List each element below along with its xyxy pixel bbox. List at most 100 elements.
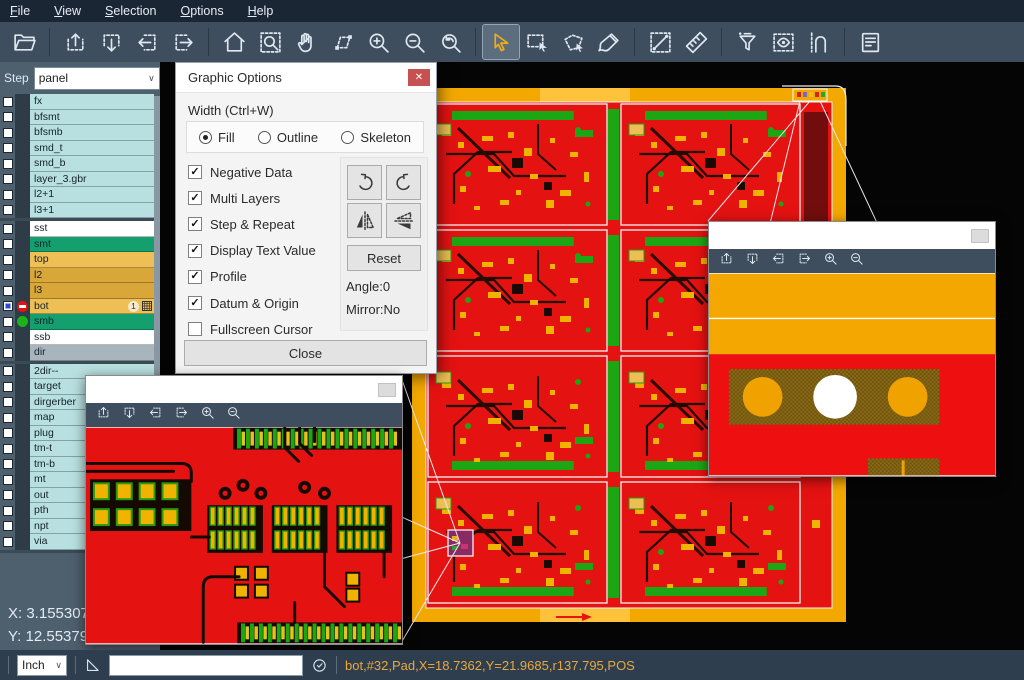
layer-indicator-cell[interactable]: [15, 330, 30, 346]
layer-checkbox-cell[interactable]: [0, 203, 15, 219]
layer-indicator-cell[interactable]: [15, 299, 30, 315]
layer-checkbox[interactable]: [3, 112, 13, 122]
zoom-out-button[interactable]: [396, 25, 432, 59]
checkbox-box[interactable]: ✓: [188, 244, 202, 258]
pan-down-button[interactable]: [93, 25, 129, 59]
layer-row-smt[interactable]: smt: [0, 237, 160, 253]
filter-button[interactable]: [729, 25, 765, 59]
move-view-button[interactable]: [324, 25, 360, 59]
layer-checkbox[interactable]: [3, 317, 13, 327]
layer-checkbox-cell[interactable]: [0, 221, 15, 237]
zoom-in-button[interactable]: [823, 251, 838, 271]
layer-checkbox[interactable]: [3, 521, 13, 531]
layer-checkbox-cell[interactable]: [0, 457, 15, 473]
unit-dropdown[interactable]: Inch ∨: [17, 655, 67, 676]
layer-checkbox[interactable]: [3, 348, 13, 358]
pan-down-button[interactable]: [745, 251, 760, 271]
rotate-cw-button[interactable]: [347, 165, 382, 200]
pan-up-button[interactable]: [719, 251, 734, 271]
pan-left-button[interactable]: [148, 405, 163, 425]
measure-line-button[interactable]: [642, 25, 678, 59]
layer-checkbox[interactable]: [3, 413, 13, 423]
layer-checkbox[interactable]: [3, 506, 13, 516]
magnifier-titlebar[interactable]: [709, 222, 995, 249]
layer-name[interactable]: fx: [30, 94, 154, 110]
layer-checkbox-cell[interactable]: [0, 299, 15, 315]
open-file-button[interactable]: [6, 25, 42, 59]
zoom-in-button[interactable]: [360, 25, 396, 59]
layer-name[interactable]: smt: [30, 237, 154, 253]
layer-checkbox-cell[interactable]: [0, 379, 15, 395]
layer-indicator-cell[interactable]: [15, 426, 30, 442]
pan-right-button[interactable]: [165, 25, 201, 59]
layer-indicator-cell[interactable]: [15, 268, 30, 284]
layer-checkbox-cell[interactable]: [0, 426, 15, 442]
checkbox-negative-data[interactable]: ✓Negative Data: [188, 159, 316, 185]
checkbox-box[interactable]: ✓: [188, 270, 202, 284]
layer-indicator-cell[interactable]: [15, 519, 30, 535]
layer-checkbox-cell[interactable]: [0, 519, 15, 535]
layer-name[interactable]: l3+1: [30, 203, 154, 219]
layer-checkbox-cell[interactable]: [0, 441, 15, 457]
layer-checkbox-cell[interactable]: [0, 534, 15, 550]
magnifier-window-button[interactable]: [378, 383, 396, 397]
layer-checkbox[interactable]: [3, 475, 13, 485]
magnifier-window-button[interactable]: [971, 229, 989, 243]
select-cursor-button[interactable]: [483, 25, 519, 59]
radio-dot[interactable]: [258, 131, 271, 144]
pan-left-button[interactable]: [771, 251, 786, 271]
layer-checkbox[interactable]: [3, 397, 13, 407]
layer-name[interactable]: l2+1: [30, 187, 154, 203]
layer-checkbox[interactable]: [3, 190, 13, 200]
layer-checkbox-cell[interactable]: [0, 268, 15, 284]
menu-file[interactable]: File: [10, 4, 30, 18]
layer-name[interactable]: l3: [30, 283, 154, 299]
net-highlight-button[interactable]: [801, 25, 837, 59]
pan-up-button[interactable]: [57, 25, 93, 59]
layer-checkbox-cell[interactable]: [0, 94, 15, 110]
layer-checkbox[interactable]: [3, 255, 13, 265]
mirror-vertical-button[interactable]: [347, 203, 382, 238]
layer-row-dir[interactable]: dir: [0, 345, 160, 361]
layer-checkbox-cell[interactable]: [0, 172, 15, 188]
layer-row-l3+1[interactable]: l3+1: [0, 203, 160, 219]
layer-row-smd_t[interactable]: smd_t: [0, 141, 160, 157]
brush-select-button[interactable]: [591, 25, 627, 59]
layer-name[interactable]: top: [30, 252, 154, 268]
layer-checkbox-cell[interactable]: [0, 364, 15, 380]
layer-row-sst[interactable]: sst: [0, 221, 160, 237]
menu-help[interactable]: Help: [248, 4, 274, 18]
checkbox-profile[interactable]: ✓Profile: [188, 264, 316, 290]
magnifier-window-fiducial[interactable]: [708, 221, 996, 477]
home-view-button[interactable]: [216, 25, 252, 59]
layer-indicator-cell[interactable]: [15, 110, 30, 126]
layer-name[interactable]: dir: [30, 345, 154, 361]
magnifier-view-fiducial[interactable]: [709, 273, 995, 476]
checkbox-display-text-value[interactable]: ✓Display Text Value: [188, 238, 316, 264]
layer-indicator-cell[interactable]: [15, 395, 30, 411]
layer-row-bfsmb[interactable]: bfsmb: [0, 125, 160, 141]
layer-row-smb[interactable]: smb: [0, 314, 160, 330]
layer-checkbox[interactable]: [3, 444, 13, 454]
window-select-button[interactable]: [519, 25, 555, 59]
layer-indicator-cell[interactable]: [15, 472, 30, 488]
layer-checkbox-cell[interactable]: [0, 141, 15, 157]
checkbox-box[interactable]: ✓: [188, 217, 202, 231]
layer-row-top[interactable]: top: [0, 252, 160, 268]
layer-name[interactable]: smb: [30, 314, 154, 330]
layer-indicator-cell[interactable]: [15, 187, 30, 203]
group-select-button[interactable]: [555, 25, 591, 59]
layer-checkbox-cell[interactable]: [0, 410, 15, 426]
magnifier-window-detail[interactable]: [85, 375, 403, 645]
layer-checkbox-cell[interactable]: [0, 472, 15, 488]
layer-checkbox-cell[interactable]: [0, 110, 15, 126]
layer-checkbox[interactable]: [3, 428, 13, 438]
layer-indicator-cell[interactable]: [15, 221, 30, 237]
menu-options[interactable]: Options: [180, 4, 223, 18]
pan-down-button[interactable]: [122, 405, 137, 425]
checkbox-box[interactable]: ✓: [188, 296, 202, 310]
layer-row-smd_b[interactable]: smd_b: [0, 156, 160, 172]
layer-checkbox[interactable]: [3, 537, 13, 547]
layer-checkbox[interactable]: [3, 224, 13, 234]
layer-checkbox-cell[interactable]: [0, 252, 15, 268]
